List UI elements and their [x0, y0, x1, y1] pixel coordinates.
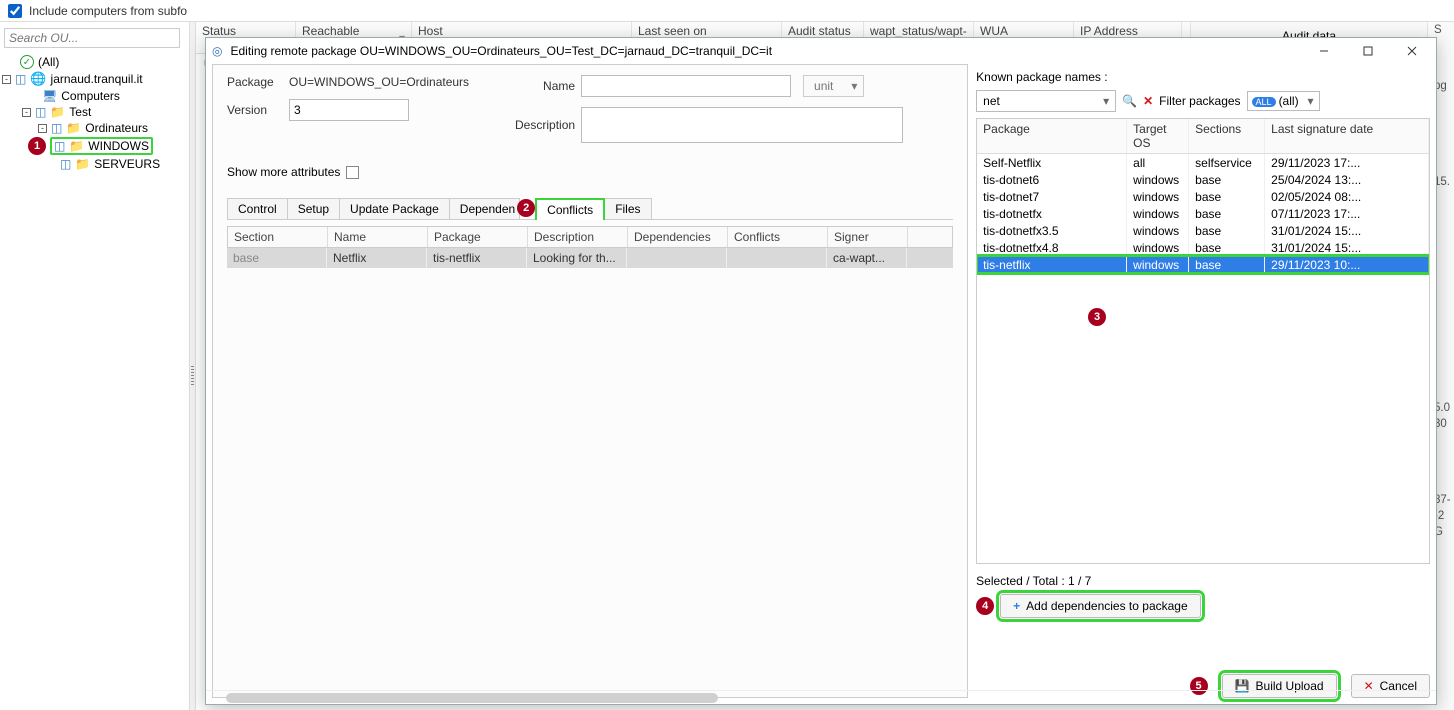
description-input[interactable] [581, 107, 903, 143]
chevron-down-icon: ▾ [1308, 94, 1314, 108]
tab-files[interactable]: Files [604, 198, 651, 219]
cube-icon: ◫ [35, 105, 46, 119]
tree-root[interactable]: jarnaud.tranquil.it [51, 72, 143, 86]
minimize-button[interactable] [1306, 39, 1342, 63]
pkg-row[interactable]: tis-dotnetfx4.8windowsbase31/01/2024 15:… [977, 239, 1429, 256]
cube-icon: ◫ [15, 72, 26, 86]
computer-icon: 🖥 [42, 89, 57, 103]
cube-icon: ◫ [54, 139, 65, 153]
pkg-col-date[interactable]: Last signature date [1265, 119, 1429, 153]
app-icon: ◎ [212, 44, 222, 58]
pkg-row[interactable]: tis-netflixwindowsbase29/11/2023 10:... [977, 256, 1429, 273]
callout-4: 4 [976, 597, 994, 615]
folder-icon: 📁 [75, 157, 90, 171]
edit-package-dialog: ◎ Editing remote package OU=WINDOWS_OU=O… [205, 37, 1437, 705]
search-icon[interactable]: 🔍 [1122, 94, 1137, 108]
version-label: Version [227, 103, 283, 117]
pkg-row[interactable]: tis-dotnet7windowsbase02/05/2024 08:... [977, 188, 1429, 205]
add-dependencies-button[interactable]: + Add dependencies to package [1000, 594, 1200, 618]
horizontal-scrollbar[interactable] [206, 690, 1436, 704]
conflicts-row[interactable]: base Netflix tis-netflix Looking for th.… [227, 248, 953, 268]
ou-tree: ✓ (All) - ◫ 🌐 jarnaud.tranquil.it 🖥 Comp… [0, 22, 190, 710]
dialog-title: Editing remote package OU=WINDOWS_OU=Ord… [230, 44, 772, 58]
filter-packages-label: Filter packages [1159, 94, 1240, 108]
tree-test[interactable]: Test [69, 105, 91, 119]
pkg-row[interactable]: tis-dotnetfxwindowsbase07/11/2023 17:... [977, 205, 1429, 222]
grid-col-conflicts[interactable]: Conflicts [728, 227, 828, 247]
clear-icon[interactable]: ✕ [1143, 94, 1153, 108]
pkg-row[interactable]: tis-dotnet6windowsbase25/04/2024 13:... [977, 171, 1429, 188]
callout-3: 3 [1088, 308, 1106, 326]
callout-1: 1 [28, 137, 46, 155]
chevron-down-icon: ▾ [1103, 94, 1109, 108]
known-packages-search[interactable]: net▾ [976, 90, 1116, 112]
cube-icon: ◫ [60, 157, 71, 171]
close-button[interactable] [1394, 39, 1430, 63]
folder-icon: 📁 [50, 105, 65, 119]
show-more-label: Show more attributes [227, 165, 340, 179]
collapse-icon[interactable]: - [22, 108, 31, 117]
check-icon: ✓ [20, 55, 34, 69]
plus-icon: + [1013, 599, 1020, 613]
pkg-col-package[interactable]: Package [977, 119, 1127, 153]
known-packages-label: Known package names : [976, 70, 1430, 84]
tab-update-package[interactable]: Update Package [339, 198, 450, 219]
tree-ordinateurs[interactable]: Ordinateurs [85, 121, 148, 135]
name-label: Name [499, 79, 575, 93]
include-subfolders-label: Include computers from subfo [29, 4, 187, 18]
tab-setup[interactable]: Setup [287, 198, 340, 219]
collapsed-side-panel: S pg 15. 5.0 30 87- -2 G [1434, 22, 1454, 710]
pkg-col-sections[interactable]: Sections [1189, 119, 1265, 153]
grid-col-description[interactable]: Description [528, 227, 628, 247]
grid-col-signer[interactable]: Signer [828, 227, 908, 247]
filter-packages-select[interactable]: ALL(all) ▾ [1247, 91, 1320, 111]
cube-icon: ◫ [51, 121, 62, 135]
tab-conflicts[interactable]: Conflicts [535, 198, 605, 220]
folder-icon: 📁 [66, 121, 81, 135]
maximize-button[interactable] [1350, 39, 1386, 63]
search-ou-input[interactable] [4, 28, 180, 48]
tree-windows[interactable]: WINDOWS [88, 139, 149, 153]
tab-control[interactable]: Control [227, 198, 288, 219]
package-label: Package [227, 75, 283, 89]
collapse-icon[interactable]: - [2, 75, 11, 84]
tree-serveurs[interactable]: SERVEURS [94, 157, 160, 171]
include-subfolders-checkbox[interactable] [8, 4, 22, 18]
description-label: Description [499, 118, 575, 132]
grid-col-section[interactable]: Section [228, 227, 328, 247]
globe-icon: 🌐 [30, 71, 46, 87]
package-value: OU=WINDOWS_OU=Ordinateurs [289, 75, 469, 89]
grid-col-package[interactable]: Package [428, 227, 528, 247]
collapse-icon[interactable]: - [38, 124, 47, 133]
selected-total-label: Selected / Total : 1 / 7 [976, 574, 1430, 588]
show-more-checkbox[interactable] [346, 166, 359, 179]
chevron-down-icon: ▾ [851, 79, 857, 93]
folder-icon: 📁 [69, 139, 84, 153]
pkg-row[interactable]: tis-dotnetfx3.5windowsbase31/01/2024 15:… [977, 222, 1429, 239]
version-input[interactable] [289, 99, 409, 121]
pkg-row[interactable]: Self-Netflixallselfservice29/11/2023 17:… [977, 154, 1429, 171]
tree-all[interactable]: (All) [38, 55, 59, 69]
tree-computers[interactable]: Computers [61, 89, 120, 103]
grid-col-dependencies[interactable]: Dependencies [628, 227, 728, 247]
unit-select[interactable]: unit▾ [803, 75, 864, 97]
pkg-col-target-os[interactable]: Target OS [1127, 119, 1189, 153]
tab-dependencies[interactable]: Dependen [449, 198, 520, 219]
callout-2: 2 [517, 199, 535, 217]
all-badge-icon: ALL [1252, 97, 1276, 107]
grid-col-name[interactable]: Name [328, 227, 428, 247]
name-input[interactable] [581, 75, 791, 97]
